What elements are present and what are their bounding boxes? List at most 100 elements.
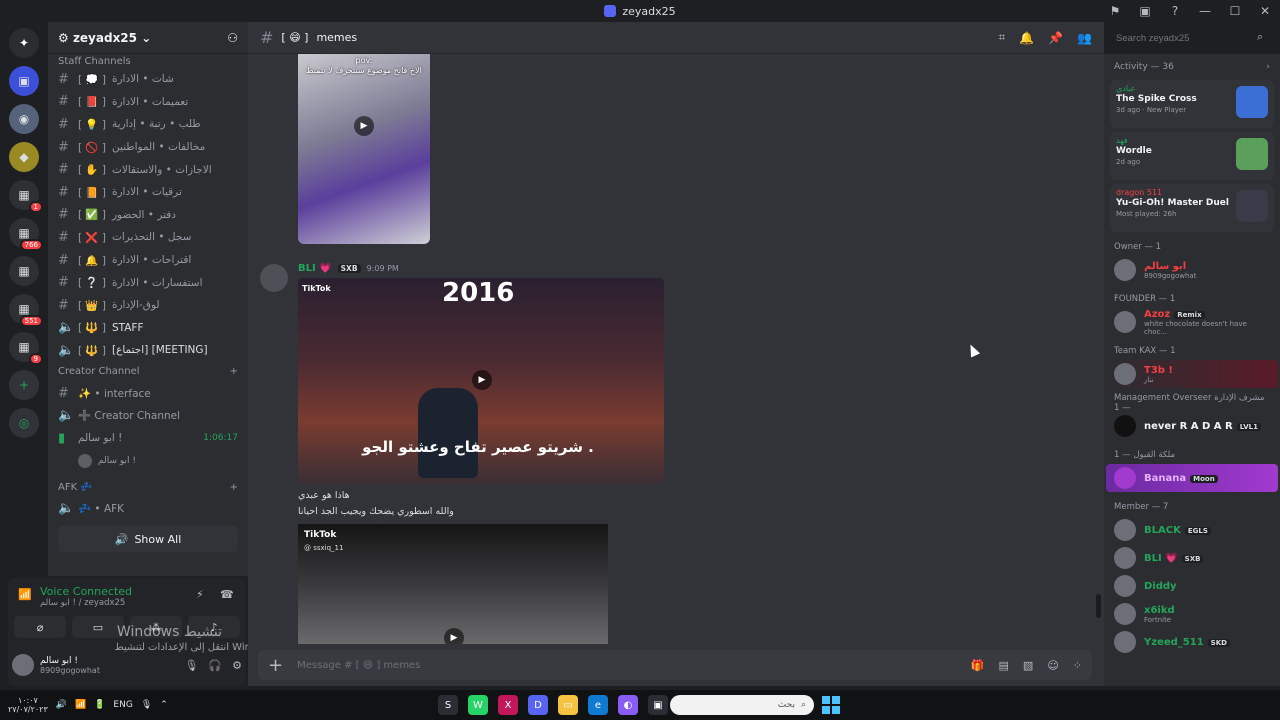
battery-icon[interactable]: 🔋 [94,700,105,710]
member-item[interactable]: BLI 💗 SXB [1106,544,1278,572]
channel-afk[interactable]: 🔈 💤 • AFK [48,498,248,521]
emoji-icon[interactable]: ☺ [1047,659,1058,672]
avatar[interactable] [12,654,34,676]
steam-icon[interactable]: S [438,695,458,715]
member-item[interactable]: ابو سالم 8909gogowhat [1106,256,1278,284]
channel-item[interactable]: # [ 👑 ] لوق-الإدارة [48,294,248,317]
windows-start-icon[interactable] [822,696,840,714]
clock[interactable]: ١٠:٠٧ ٢٧/٠٧/٢٠٢٣ [8,696,48,714]
channel-item[interactable]: # [ ✅ ] دفتر • الحضور [48,204,248,227]
server-folder[interactable]: ▦ [9,256,39,286]
channel-item[interactable]: # [ ✋ ] الاجازات • والاستقالات [48,158,248,181]
avatar[interactable] [260,264,288,292]
member-item[interactable]: never R A D A R LVL1 [1106,412,1278,440]
chevron-up-icon[interactable]: ⌃ [160,700,168,710]
volume-icon[interactable]: 🔊 [56,700,67,710]
video-embed[interactable]: pov: الاخ فاتح موضوع سنتحرف لا تتمنط ▶ [298,54,430,244]
mic-icon[interactable]: 🎙 [141,700,152,710]
activity-card[interactable]: dragon 511 Yu-Gi-Oh! Master Duel Most pl… [1110,184,1274,232]
show-all-button[interactable]: 🔊 Show All [58,526,238,553]
message-composer[interactable]: + Message # [ 😄 ] memes 🎁 ▤ ▧ ☺ ⁘ [258,650,1092,680]
whatsapp-icon[interactable]: W [468,695,488,715]
server-folder[interactable]: ▦ 1 [9,180,43,213]
scrollbar[interactable] [1096,594,1101,618]
channel-creator[interactable]: 🔈 ➕ Creator Channel [48,404,248,427]
maximize-button[interactable]: ☐ [1220,4,1250,18]
member-item[interactable]: x6ikd Fortnite [1106,600,1278,628]
help-icon[interactable]: ▣ [1130,4,1160,18]
channel-interface[interactable]: # ✨ • interface [48,382,248,405]
channel-item[interactable]: # [ ❔ ] استفسارات • الادارة [48,271,248,294]
member-item[interactable]: Banana Moon [1106,464,1278,492]
channel-item[interactable]: # [ 💡 ] طلب • رتبة • إدارية [48,113,248,136]
channel-item[interactable]: # [ ❌ ] سجل • التحذيرات [48,226,248,249]
voice-member[interactable]: ابو سالم ! [48,450,248,472]
apps-icon[interactable]: ⁘ [1073,659,1082,672]
camera-off-button[interactable]: ⌀ [14,616,66,638]
channel-item[interactable]: # [ 📙 ] ترقيات • الادارة [48,181,248,204]
play-icon[interactable]: ▶ [444,628,464,644]
sticker-icon[interactable]: ▧ [1023,659,1033,672]
voice-connected-title[interactable]: Voice Connected [40,585,132,598]
member-item[interactable]: Yzeed_511 SKD [1106,628,1278,656]
close-button[interactable]: ✕ [1250,4,1280,18]
gift-icon[interactable]: 🎁 [971,659,985,672]
search-icon[interactable]: ⌕ [1257,30,1263,44]
category-creator[interactable]: Creator Channel + [48,362,248,382]
help-icon[interactable]: ? [1160,4,1190,18]
channel-item[interactable]: # [ 🔔 ] اقتراحات • الادارة [48,249,248,272]
game-app-icon[interactable]: X [498,695,518,715]
play-icon[interactable]: ▶ [472,370,492,390]
headphones-icon[interactable]: 🎧 [208,659,222,672]
noise-icon[interactable]: ⚡ [196,588,204,601]
category-staff[interactable]: Staff Channels [48,54,248,68]
copilot-icon[interactable]: ◐ [618,695,638,715]
add-channel-icon[interactable]: + [230,482,238,493]
add-attachment-icon[interactable]: + [268,655,283,676]
activity-card[interactable]: فهد Wordle 2d ago [1110,132,1274,180]
gear-icon[interactable]: ⚙ [232,659,242,672]
channel-item[interactable]: # [ 📕 ] تعميمات • الادارة [48,91,248,114]
video-embed[interactable]: TikTok 2016 ▶ شريتو عصير تفاح وعشتو الجو… [298,278,664,484]
server-folder[interactable]: ▦ 766 [9,218,43,251]
pin-icon[interactable]: 📌 [1048,31,1063,45]
taskview-icon[interactable]: ▣ [648,695,668,715]
member-item[interactable]: BLACK EGLS [1106,516,1278,544]
clan-tag[interactable]: SXB [337,264,361,273]
channel-item[interactable]: # [ 💭 ] شات • الادارة [48,68,248,91]
minimize-button[interactable]: — [1190,4,1220,18]
gif-icon[interactable]: ▤ [999,659,1009,672]
discover-icon[interactable]: ◎ [9,408,39,438]
server-folder[interactable]: ▦ 551 [9,294,43,327]
author-name[interactable]: BLI 💗 [298,263,332,274]
category-afk[interactable]: AFK 💤 + [48,478,248,498]
composer-placeholder[interactable]: Message # [ 😄 ] memes [297,660,420,671]
taskbar-search[interactable]: بحث ⌕ [670,695,814,715]
mic-icon[interactable]: 🎙 [184,659,198,672]
channel-item[interactable]: 🔈[ 🔱 ] STAFF [48,317,248,340]
edge-icon[interactable]: e [588,695,608,715]
discord-icon[interactable]: D [528,695,548,715]
add-channel-icon[interactable]: + [230,366,238,377]
voice-channel-live[interactable]: ▮ ابو سالم ! 1:06:17 [48,427,248,450]
server-icon[interactable]: ◉ [9,104,39,134]
member-item[interactable]: Azoz Remix white chocolate doesn't have ch… [1106,308,1278,336]
bell-icon[interactable]: 🔔 [1019,31,1034,45]
server-icon[interactable]: ◆ [9,142,39,172]
add-member-icon[interactable]: ⚇ [227,31,238,45]
disconnect-icon[interactable]: ☎ [220,588,234,601]
discord-home-icon[interactable]: ✦ [9,28,39,58]
server-folder[interactable]: ▦ 9 [9,332,43,365]
channel-item[interactable]: # [ 🚫 ] مخالفات • المواطنين [48,136,248,159]
members-icon[interactable]: 👥 [1077,31,1092,45]
search-input[interactable] [1110,28,1272,48]
activity-card[interactable]: عبادي The Spike Cross 3d ago · New Playe… [1110,80,1274,128]
activity-header[interactable]: Activity — 36 › [1104,54,1280,80]
inbox-icon[interactable]: ⚑ [1100,4,1130,18]
chevron-right-icon[interactable]: › [1266,62,1270,72]
wifi-icon[interactable]: 📶 [75,700,86,710]
add-server-icon[interactable]: + [9,370,39,400]
member-item[interactable]: Diddy [1106,572,1278,600]
member-item[interactable]: T3b ! ننار [1106,360,1278,388]
server-icon[interactable]: ▣ [9,66,39,96]
